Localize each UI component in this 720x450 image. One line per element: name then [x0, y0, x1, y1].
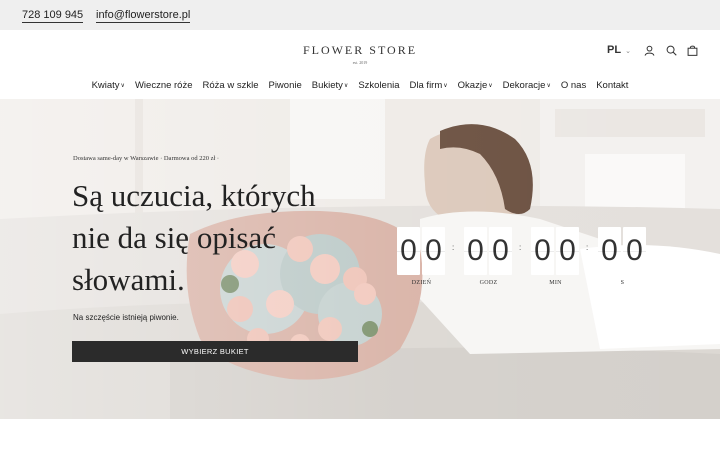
- nav-item-2[interactable]: Róża w szkle: [203, 80, 259, 91]
- countdown-label: GODZ: [479, 280, 498, 286]
- logo[interactable]: FLOWER STORE est. 2019: [290, 43, 430, 65]
- logo-est: est. 2019: [352, 60, 368, 65]
- user-icon[interactable]: [644, 45, 655, 56]
- email-link[interactable]: info@flowerstore.pl: [96, 9, 191, 23]
- countdown-digit: 0: [489, 227, 512, 275]
- nav-item-label: Szkolenia: [358, 80, 400, 91]
- countdown-separator: :: [452, 243, 455, 252]
- countdown-digit: 0: [397, 227, 420, 275]
- hero-banner: Dostawa same-day w Warszawie · Darmowa o…: [0, 99, 720, 419]
- page-below-hero: [0, 419, 720, 450]
- headline-line-3: słowami.: [72, 262, 185, 297]
- nav-item-label: Piwonie: [268, 80, 302, 91]
- countdown-digit: 0: [464, 227, 487, 275]
- headline-line-2: nie da się opisać: [72, 220, 277, 255]
- chevron-down-icon: ∨: [546, 83, 551, 89]
- headline-line-1: Są uczucia, których: [72, 178, 316, 213]
- countdown-digit: 0: [531, 227, 554, 275]
- countdown-digit: 0: [556, 227, 579, 275]
- nav-item-label: O nas: [560, 80, 587, 91]
- chevron-down-icon: ∨: [488, 83, 493, 89]
- nav-item-label: Kwiaty: [91, 80, 120, 91]
- countdown-digit: 0: [623, 227, 646, 275]
- nav-item-5[interactable]: Szkolenia: [358, 80, 399, 91]
- language-selector[interactable]: PL ⌄: [607, 44, 631, 56]
- countdown-separator: :: [519, 243, 522, 252]
- search-icon[interactable]: [666, 45, 677, 56]
- nav-item-label: Bukiety: [311, 80, 343, 91]
- nav-item-4[interactable]: Bukiety∨: [312, 80, 349, 91]
- chevron-down-icon: ∨: [120, 83, 125, 89]
- nav-item-label: Dla firm: [409, 80, 443, 91]
- nav-item-0[interactable]: Kwiaty∨: [92, 80, 125, 91]
- bag-icon[interactable]: [687, 45, 698, 56]
- nav-item-label: Róża w szkle: [202, 80, 259, 91]
- main-nav: Kwiaty∨ Wieczne róże Róża w szkle Piwonie Bu…: [0, 75, 720, 93]
- nav-item-10[interactable]: Kontakt: [596, 80, 628, 91]
- nav-item-7[interactable]: Okazje∨: [458, 80, 493, 91]
- nav-item-9[interactable]: O nas: [561, 80, 586, 91]
- countdown-label: S: [620, 280, 625, 286]
- chevron-down-icon: ⌄: [625, 48, 631, 55]
- nav-item-label: Dekoracje: [502, 80, 546, 91]
- countdown-separator: :: [586, 243, 589, 252]
- nav-item-8[interactable]: Dekoracje∨: [503, 80, 551, 91]
- nav-item-label: Kontakt: [596, 80, 629, 91]
- logo-text: FLOWER STORE: [302, 43, 418, 57]
- chevron-down-icon: ∨: [443, 83, 448, 89]
- hero-headline: Są uczucia, których nie da się opisać sł…: [72, 175, 372, 301]
- countdown-digit: 0: [422, 227, 445, 275]
- phone-link[interactable]: 728 109 945: [22, 9, 84, 23]
- countdown-label: MIN: [549, 280, 562, 286]
- countdown-digit: 0: [598, 227, 621, 275]
- hero-subline: Na szczęście istnieją piwonie.: [73, 313, 179, 322]
- nav-item-label: Wieczne róże: [134, 80, 193, 91]
- chevron-down-icon: ∨: [343, 83, 349, 89]
- choose-bouquet-button[interactable]: WYBIERZ BUKIET: [72, 341, 358, 362]
- delivery-info: Dostawa same-day w Warszawie · Darmowa o…: [73, 155, 220, 162]
- top-bar: 728 109 945 info@flowerstore.pl: [0, 0, 720, 30]
- site-header: FLOWER STORE est. 2019 PL ⌄ Kwiaty∨ Wieczn…: [0, 30, 720, 99]
- nav-item-1[interactable]: Wieczne róże: [135, 80, 193, 91]
- countdown-label: DZIEŃ: [411, 280, 432, 286]
- language-label: PL: [607, 44, 622, 56]
- nav-item-3[interactable]: Piwonie: [268, 80, 301, 91]
- nav-item-label: Okazje: [457, 80, 488, 91]
- nav-item-6[interactable]: Dla firm∨: [410, 80, 448, 91]
